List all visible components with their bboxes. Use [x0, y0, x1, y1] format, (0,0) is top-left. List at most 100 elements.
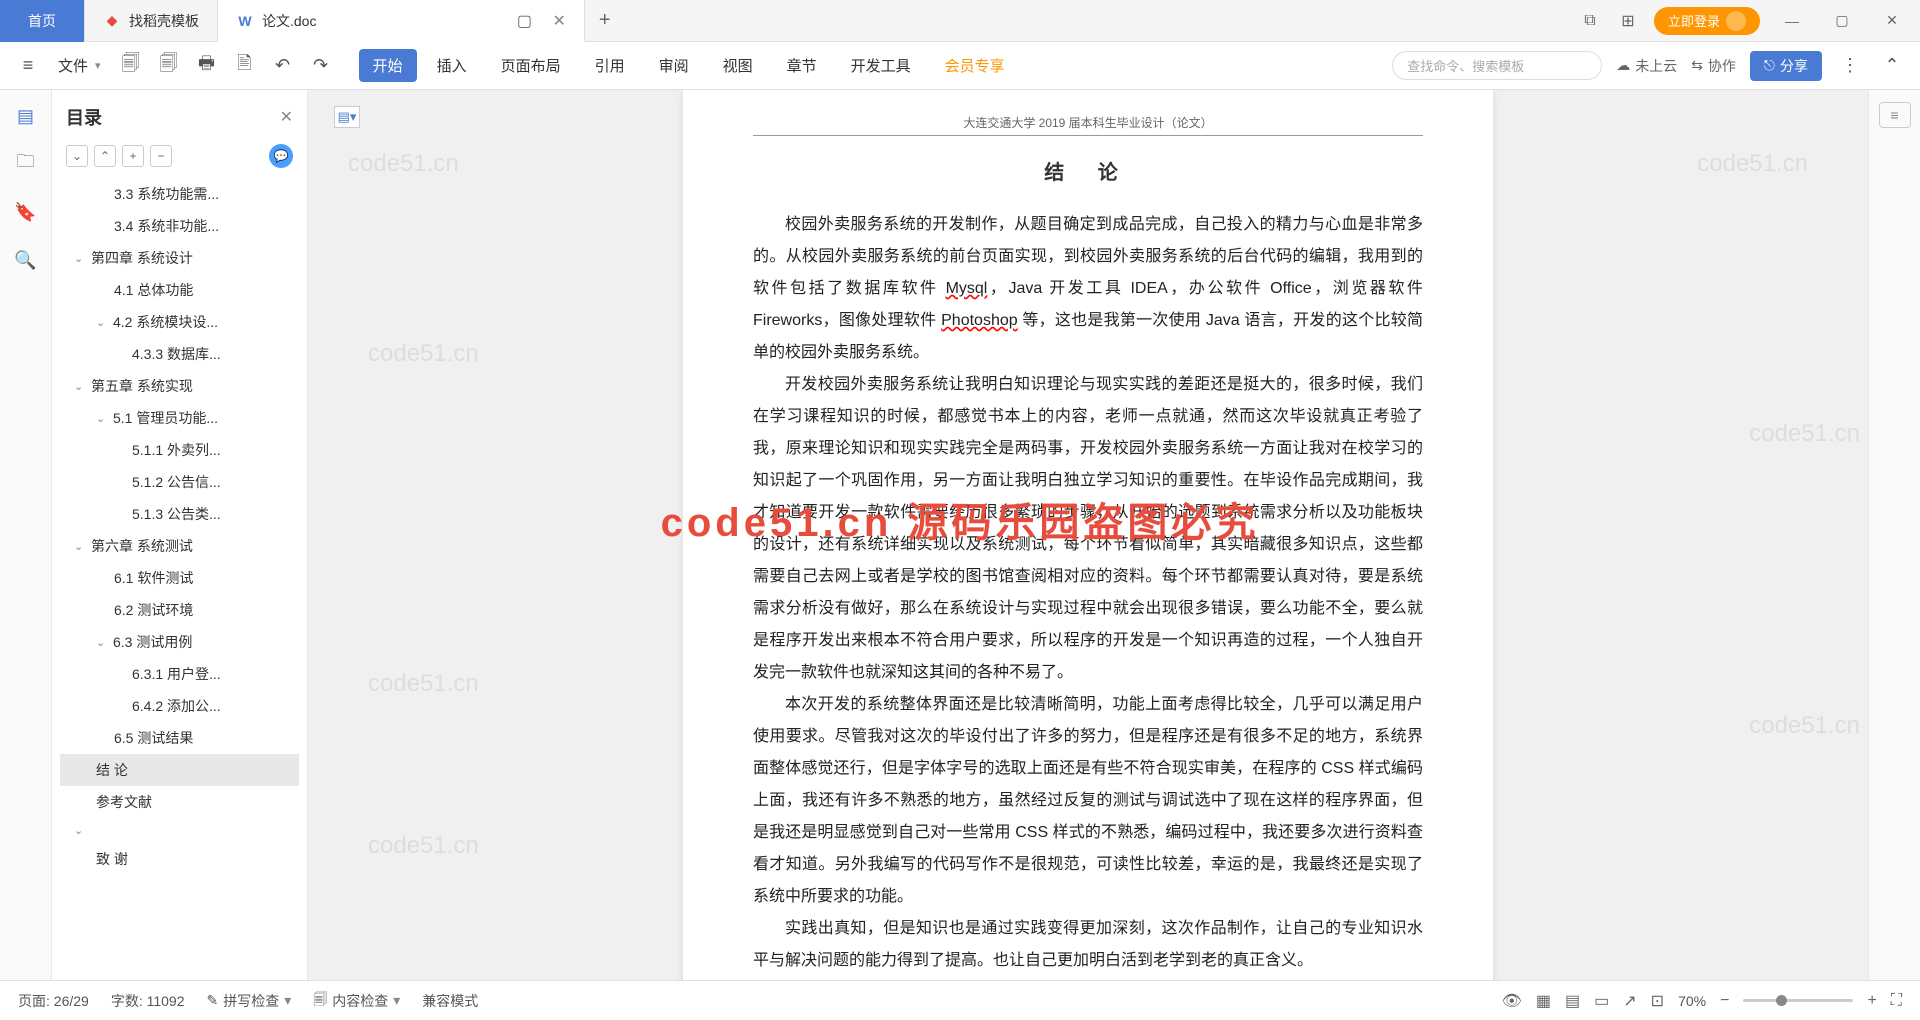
close-icon[interactable]: ✕: [552, 11, 565, 31]
view-web-icon[interactable]: ▤: [1565, 991, 1580, 1011]
toc-remove[interactable]: −: [150, 145, 172, 167]
watermark: code51.cn: [348, 150, 459, 178]
toc-item[interactable]: ⌄6.3 测试用例: [60, 626, 299, 658]
right-panel-toggle[interactable]: ≡: [1879, 102, 1911, 128]
apps-icon[interactable]: ⊞: [1616, 9, 1640, 33]
toc-item[interactable]: 3.4 系统非功能...: [60, 210, 299, 242]
toc-chat-icon[interactable]: 💬: [269, 144, 293, 168]
clipboard-icon[interactable]: 🗀: [12, 150, 40, 178]
paragraph[interactable]: 总的说来，这次编写毕业设计作品，我真正锻炼了自己的实际操作能力，以前只知道理论知…: [753, 977, 1423, 980]
toc-item[interactable]: 6.1 软件测试: [60, 562, 299, 594]
menu-tab-5[interactable]: 视图: [709, 49, 767, 82]
collab-button[interactable]: ⇆协作: [1691, 56, 1736, 76]
search-icon[interactable]: 🔍: [12, 246, 40, 274]
menu-tab-7[interactable]: 开发工具: [837, 49, 925, 82]
toc-item[interactable]: 结 论: [60, 754, 299, 786]
zoom-slider[interactable]: [1743, 999, 1853, 1002]
toc-item[interactable]: ⌄第五章 系统实现: [60, 370, 299, 402]
collab-icon: ⇆: [1691, 57, 1703, 74]
paragraph[interactable]: 开发校园外卖服务系统让我明白知识理论与现实实践的差距还是挺大的，很多时候，我们在…: [753, 369, 1423, 689]
menu-tab-0[interactable]: 开始: [359, 49, 417, 82]
toc-item[interactable]: 4.3.3 数据库...: [60, 338, 299, 370]
toc-item[interactable]: ⌄4.2 系统模块设...: [60, 306, 299, 338]
menu-tab-1[interactable]: 插入: [423, 49, 481, 82]
content-icon: 🗐: [313, 989, 327, 1013]
paragraph[interactable]: 校园外卖服务系统的开发制作，从题目确定到成品完成，自己投入的精力与心血是非常多的…: [753, 209, 1423, 369]
fullscreen-icon[interactable]: ⛶: [1891, 992, 1902, 1010]
toc-item[interactable]: 5.1.3 公告类...: [60, 498, 299, 530]
print-icon[interactable]: 🖶: [193, 52, 221, 80]
maximize-button[interactable]: ▢: [1824, 3, 1860, 39]
view-reading-icon[interactable]: 👁: [1502, 991, 1522, 1011]
close-window-button[interactable]: ✕: [1874, 3, 1910, 39]
menu-tab-3[interactable]: 引用: [581, 49, 639, 82]
tab-home[interactable]: 首页: [0, 0, 85, 42]
content-check[interactable]: 🗐内容检查▾: [313, 989, 400, 1013]
menu-tab-2[interactable]: 页面布局: [487, 49, 575, 82]
compat-mode[interactable]: 兼容模式: [422, 991, 478, 1011]
cloud-status[interactable]: ☁未上云: [1616, 56, 1677, 76]
toc-item[interactable]: 参考文献: [60, 786, 299, 818]
spell-check[interactable]: ✎拼写检查▾: [207, 991, 292, 1011]
menu-tab-4[interactable]: 审阅: [645, 49, 703, 82]
toc-close-icon[interactable]: ✕: [280, 107, 293, 127]
hamburger-icon[interactable]: ≡: [14, 52, 42, 80]
toc-item[interactable]: 4.1 总体功能: [60, 274, 299, 306]
zoom-out-icon[interactable]: −: [1720, 992, 1729, 1010]
toc-item[interactable]: 6.3.1 用户登...: [60, 658, 299, 690]
bookmark-icon[interactable]: 🔖: [12, 198, 40, 226]
word-count[interactable]: 字数: 11092: [111, 991, 185, 1011]
tab-window-icon[interactable]: ▢: [512, 9, 536, 33]
outline-icon[interactable]: ▤: [12, 102, 40, 130]
toc-item[interactable]: ⌄: [60, 818, 299, 843]
save-icon[interactable]: 🗐: [117, 52, 145, 80]
zoom-in-icon[interactable]: +: [1867, 992, 1876, 1010]
toc-item[interactable]: 5.1.2 公告信...: [60, 466, 299, 498]
toc-item[interactable]: ⌄第四章 系统设计: [60, 242, 299, 274]
paragraph[interactable]: 实践出真知，但是知识也是通过实践变得更加深刻，这次作品制作，让自己的专业知识水平…: [753, 913, 1423, 977]
toc-item[interactable]: 3.3 系统功能需...: [60, 178, 299, 210]
undo-icon[interactable]: ↶: [269, 52, 297, 80]
toc-item[interactable]: ⌄5.1 管理员功能...: [60, 402, 299, 434]
layout-icon[interactable]: ⧉: [1578, 9, 1602, 33]
left-sidebar: ▤ 🗀 🔖 🔍: [0, 90, 52, 980]
add-tab-button[interactable]: +: [585, 9, 625, 32]
toc-item[interactable]: 6.5 测试结果: [60, 722, 299, 754]
toc-add[interactable]: +: [122, 145, 144, 167]
login-button[interactable]: 立即登录: [1654, 7, 1760, 35]
share-button[interactable]: ⎋分享: [1750, 51, 1822, 81]
toc-collapse-all[interactable]: ⌄: [66, 145, 88, 167]
tab-document[interactable]: W 论文.doc ▢ ✕: [218, 0, 585, 42]
toc-item[interactable]: 6.2 测试环境: [60, 594, 299, 626]
doc-tag-icon[interactable]: ▤▾: [334, 106, 360, 128]
redo-icon[interactable]: ↷: [307, 52, 335, 80]
toc-item[interactable]: ⌄第六章 系统测试: [60, 530, 299, 562]
view-outline-icon[interactable]: ▭: [1594, 991, 1609, 1011]
more-icon[interactable]: ⋮: [1836, 52, 1864, 80]
minimize-button[interactable]: —: [1774, 3, 1810, 39]
save-as-icon[interactable]: 🗐: [155, 52, 183, 80]
view-page-icon[interactable]: ▦: [1536, 991, 1551, 1011]
zoom-level[interactable]: 70%: [1678, 993, 1706, 1009]
watermark: code51.cn: [1697, 150, 1808, 178]
menu-tab-8[interactable]: 会员专享: [931, 49, 1019, 82]
docer-icon: ◆: [103, 12, 121, 30]
tab-label: 找稻壳模板: [129, 11, 199, 31]
title-bar: 首页 ◆ 找稻壳模板 W 论文.doc ▢ ✕ + ⧉ ⊞ 立即登录 — ▢ ✕: [0, 0, 1920, 42]
search-input[interactable]: 查找命令、搜索模板: [1392, 51, 1602, 80]
page-title: 结 论: [753, 156, 1423, 185]
toc-item[interactable]: 5.1.1 外卖列...: [60, 434, 299, 466]
file-menu[interactable]: 文件▾: [52, 55, 107, 76]
menu-tab-6[interactable]: 章节: [773, 49, 831, 82]
paragraph[interactable]: 本次开发的系统整体界面还是比较清晰简明，功能上面考虑得比较全，几乎可以满足用户使…: [753, 689, 1423, 913]
page-indicator[interactable]: 页面: 26/29: [18, 991, 89, 1011]
view-draft-icon[interactable]: ↗: [1623, 991, 1636, 1011]
toc-expand[interactable]: ⌃: [94, 145, 116, 167]
toc-item[interactable]: 6.4.2 添加公...: [60, 690, 299, 722]
tab-template[interactable]: ◆ 找稻壳模板: [85, 0, 218, 42]
document-area: ▤▾ 大连交通大学 2019 届本科生毕业设计（论文） 结 论 校园外卖服务系统…: [308, 90, 1868, 980]
toc-item[interactable]: 致 谢: [60, 843, 299, 875]
zoom-fit-icon[interactable]: ⊡: [1651, 991, 1664, 1011]
expand-icon[interactable]: ⌃: [1878, 52, 1906, 80]
print-preview-icon[interactable]: 🖹: [231, 52, 259, 80]
